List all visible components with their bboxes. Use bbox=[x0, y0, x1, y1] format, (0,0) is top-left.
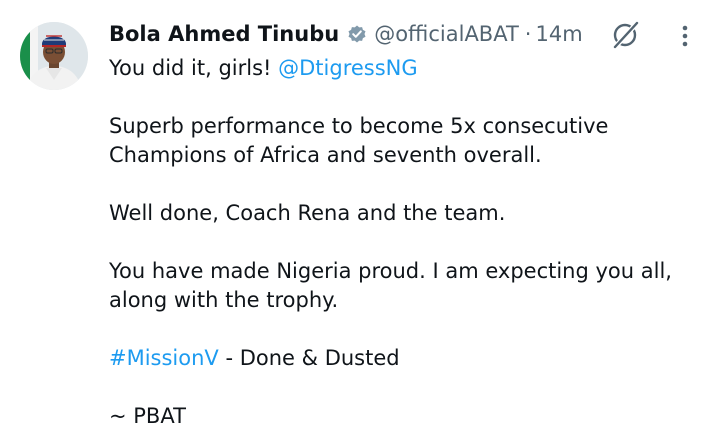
tweet-paragraph: Superb performance to become 5x consecut… bbox=[109, 114, 609, 167]
separator-dot: · bbox=[524, 22, 532, 46]
tweet-paragraph: #MissionV - Done & Dusted bbox=[109, 344, 709, 373]
tweet-paragraph: You did it, girls! @DtigressNG bbox=[109, 54, 709, 83]
tweet-signature: ~ PBAT bbox=[109, 404, 186, 428]
mention-link[interactable]: @DtigressNG bbox=[278, 56, 418, 80]
avatar[interactable] bbox=[20, 22, 88, 90]
tweet-header: Bola Ahmed Tinubu @officialABAT · 14m bbox=[109, 18, 583, 50]
tweet-line-text: - Done & Dusted bbox=[218, 346, 400, 370]
tweet-line-text: You did it, girls! bbox=[109, 56, 279, 80]
grok-icon[interactable] bbox=[610, 18, 642, 50]
hashtag-link[interactable]: #MissionV bbox=[109, 346, 219, 370]
tweet-card: Bola Ahmed Tinubu @officialABAT · 14m Yo… bbox=[0, 0, 720, 432]
display-name[interactable]: Bola Ahmed Tinubu bbox=[109, 22, 339, 46]
tweet-text: You did it, girls! @DtigressNG Superb pe… bbox=[109, 54, 709, 431]
avatar-image bbox=[20, 22, 88, 90]
tweet-paragraph: Well done, Coach Rena and the team. bbox=[109, 201, 506, 225]
tweet-paragraph: You have made Nigeria proud. I am expect… bbox=[109, 259, 672, 312]
timestamp[interactable]: 14m bbox=[535, 22, 582, 46]
more-options-icon[interactable] bbox=[672, 20, 698, 52]
verified-badge-icon bbox=[346, 23, 368, 45]
user-handle[interactable]: @officialABAT bbox=[374, 22, 519, 46]
